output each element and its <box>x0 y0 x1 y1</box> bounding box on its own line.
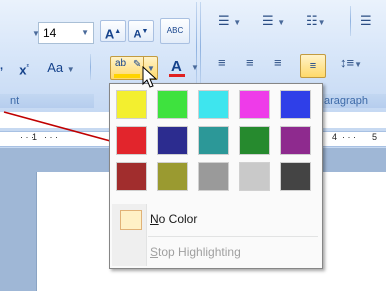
highlight-color-bar <box>114 74 140 78</box>
center-icon: ≡ <box>246 55 254 70</box>
shrink-font-label: A <box>133 28 142 41</box>
font-color-button[interactable]: A ▼ <box>164 56 200 78</box>
decrease-indent-button[interactable]: ☰ <box>360 8 372 34</box>
chevron-down-icon[interactable]: ▼ <box>67 65 75 74</box>
color-swatch[interactable] <box>157 126 188 155</box>
line-spacing-button[interactable]: ↕≡▼ <box>340 50 362 76</box>
center-button[interactable]: ≡ <box>246 50 254 76</box>
font-size-combo[interactable]: 14 ▼ <box>38 22 94 44</box>
align-right-button[interactable]: ≡ <box>274 50 282 76</box>
superscript-exponent: ² <box>26 64 29 71</box>
font-group-label: nt <box>10 95 20 107</box>
paragraph-group-footer: aragraph <box>322 94 386 108</box>
color-swatch[interactable] <box>157 90 188 119</box>
ruler-mark: · · · <box>342 132 356 142</box>
chevron-down-icon[interactable]: ▼ <box>191 57 199 79</box>
group-separator <box>350 6 351 36</box>
font-name-dropdown-icon[interactable]: ▼ <box>32 29 40 38</box>
bullets-icon: ☰ <box>218 13 230 28</box>
grow-font-icon: ▲ <box>114 28 122 35</box>
font-color-bar <box>169 74 185 77</box>
multilevel-list-button[interactable]: ☷▼ <box>306 8 326 34</box>
decrease-indent-icon: ☰ <box>360 13 372 28</box>
chevron-down-icon[interactable]: ▼ <box>277 18 285 27</box>
color-swatch[interactable] <box>198 126 229 155</box>
bullets-button[interactable]: ☰ ▼ <box>218 8 241 34</box>
color-swatch[interactable] <box>280 90 311 119</box>
clear-formatting-button[interactable]: ABC <box>160 18 190 44</box>
mouse-cursor-icon <box>142 66 158 88</box>
change-case-button[interactable]: Aa ▼ <box>42 56 80 78</box>
chevron-down-icon[interactable]: ▼ <box>81 23 89 43</box>
highlight-color-menu: No Color Stop Highlighting <box>109 83 323 269</box>
chevron-down-icon[interactable]: ▼ <box>318 18 326 27</box>
highlight-pen-icon: ab <box>115 58 127 69</box>
numbering-button[interactable]: ☰ ▼ <box>262 8 285 34</box>
stop-highlighting-mnemonic: S <box>150 245 159 259</box>
group-separator <box>90 54 91 80</box>
align-right-icon: ≡ <box>274 55 282 70</box>
clear-formatting-icon: ABC <box>166 26 184 35</box>
color-swatch[interactable] <box>157 162 188 191</box>
chevron-down-icon[interactable]: ▼ <box>233 18 241 27</box>
color-swatch[interactable] <box>239 162 270 191</box>
stop-highlighting-rest: top Highlighting <box>158 245 241 259</box>
no-color-label: No Color <box>150 212 197 226</box>
align-left-button[interactable]: ≡ <box>218 50 226 76</box>
no-color-swatch <box>120 210 142 230</box>
ruler-number: 1 <box>32 132 38 142</box>
no-color-mnemonic: N <box>150 212 159 226</box>
font-size-value: 14 <box>43 26 57 40</box>
strikethrough-fragment[interactable]: , <box>0 60 3 72</box>
color-swatch[interactable] <box>280 126 311 155</box>
color-swatch[interactable] <box>198 90 229 119</box>
subscript-button[interactable]: x² <box>12 56 36 78</box>
no-color-item[interactable]: No Color <box>112 205 320 235</box>
color-swatch[interactable] <box>239 90 270 119</box>
stop-highlighting-label: Stop Highlighting <box>150 245 241 259</box>
justify-button[interactable]: ≡ <box>300 54 326 78</box>
shrink-font-icon: ▼ <box>141 28 149 35</box>
stop-highlighting-item[interactable]: Stop Highlighting <box>112 238 320 268</box>
color-swatch[interactable] <box>116 162 147 191</box>
ruler-number: 5 <box>372 132 378 142</box>
color-swatch[interactable] <box>239 126 270 155</box>
line-spacing-icon: ↕≡ <box>340 55 355 70</box>
grow-font-button[interactable]: A▲ <box>100 20 126 42</box>
justify-icon: ≡ <box>309 60 317 72</box>
no-color-rest: o Color <box>158 212 198 226</box>
color-swatch[interactable] <box>116 126 147 155</box>
menu-separator <box>148 236 318 237</box>
color-swatch[interactable] <box>280 162 311 191</box>
change-case-label: Aa <box>47 60 64 75</box>
pen-icon: ✎ <box>133 59 142 70</box>
ruler-mark: · · · <box>44 132 58 142</box>
numbering-icon: ☰ <box>262 13 274 28</box>
shrink-font-button[interactable]: A▼ <box>128 20 154 42</box>
chevron-down-icon[interactable]: ▼ <box>354 60 362 69</box>
ruler-number: 4 <box>332 132 338 142</box>
align-left-icon: ≡ <box>218 55 226 70</box>
font-group-footer: nt <box>0 94 94 108</box>
grow-font-label: A <box>104 26 115 42</box>
color-swatch[interactable] <box>116 90 147 119</box>
color-swatch[interactable] <box>198 162 229 191</box>
multilevel-list-icon: ☷ <box>306 13 318 28</box>
paragraph-group-label: aragraph <box>324 95 369 107</box>
group-separator <box>200 2 201 92</box>
